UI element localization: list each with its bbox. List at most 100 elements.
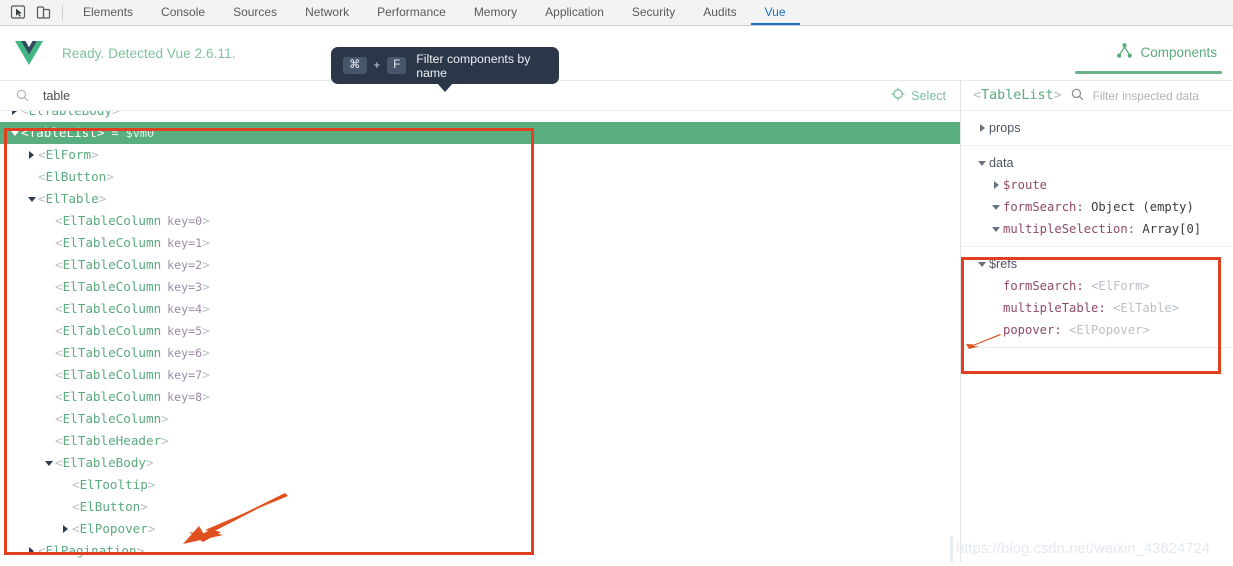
inspected-component-label: TableList bbox=[981, 88, 1054, 103]
inspector-data-row[interactable]: $route bbox=[961, 174, 1233, 196]
tree-node-key: key=0 bbox=[167, 214, 203, 228]
inspector-data-row[interactable]: formSearch: <ElForm> bbox=[961, 275, 1233, 297]
tree-node-label: <ElTableBody> bbox=[21, 111, 120, 122]
tree-row[interactable]: <ElTableColumn key=1 > bbox=[0, 232, 960, 254]
tab-console[interactable]: Console bbox=[147, 0, 219, 25]
tree-row[interactable]: <ElTableHeader> bbox=[0, 430, 960, 452]
select-component-button[interactable]: Select bbox=[891, 87, 946, 104]
angle-bracket-close: > bbox=[202, 279, 210, 294]
search-input[interactable]: table bbox=[43, 89, 70, 103]
chevron-down-icon[interactable] bbox=[975, 160, 989, 166]
tree-row[interactable]: <ElTableColumn key=0 > bbox=[0, 210, 960, 232]
tab-performance[interactable]: Performance bbox=[363, 0, 460, 25]
chevron-right-icon[interactable] bbox=[25, 144, 38, 166]
tree-node-label: <ElTableColumn bbox=[55, 345, 162, 360]
tab-memory[interactable]: Memory bbox=[460, 0, 531, 25]
tab-security[interactable]: Security bbox=[618, 0, 689, 25]
inspector-filter-input[interactable]: Filter inspected data bbox=[1093, 89, 1199, 103]
chevron-down-icon[interactable] bbox=[25, 188, 38, 210]
devtools-body: table Select <ElTableBody><TableList>= $… bbox=[0, 81, 1233, 562]
inspector-section-header[interactable]: props bbox=[961, 117, 1233, 139]
inspector-key: popover: bbox=[1003, 323, 1070, 337]
inspector-key: multipleTable: bbox=[1003, 301, 1114, 315]
tree-row[interactable]: <ElTableColumn key=8 > bbox=[0, 386, 960, 408]
tree-node-key: key=7 bbox=[167, 368, 203, 382]
inspector-key-value: formSearch: <ElForm> bbox=[1003, 275, 1150, 297]
devtools-toolbar: Elements Console Sources Network Perform… bbox=[0, 0, 1233, 26]
tree-node-key: key=1 bbox=[167, 236, 203, 250]
tree-node-label: <ElButton> bbox=[38, 169, 114, 184]
chevron-down-icon[interactable] bbox=[8, 122, 21, 144]
tree-row[interactable]: <ElTableBody> bbox=[0, 452, 960, 474]
tree-row[interactable]: <ElForm> bbox=[0, 144, 960, 166]
inspected-component-name: <TableList> bbox=[973, 88, 1062, 103]
tree-row[interactable]: <ElTableColumn key=5 > bbox=[0, 320, 960, 342]
tree-row[interactable]: <ElButton> bbox=[0, 496, 960, 518]
watermark-bar bbox=[950, 536, 953, 562]
tree-node-key: key=6 bbox=[167, 346, 203, 360]
chevron-down-icon[interactable] bbox=[42, 452, 55, 474]
tree-node-label: <ElTableColumn bbox=[55, 323, 162, 338]
inspector-key: formSearch: bbox=[1003, 279, 1092, 293]
inspector-key-value: formSearch: Object (empty) bbox=[1003, 196, 1194, 218]
tree-row[interactable]: <ElTooltip> bbox=[0, 474, 960, 496]
inspect-element-icon[interactable] bbox=[10, 4, 27, 21]
inspector-data-row[interactable]: formSearch: Object (empty) bbox=[961, 196, 1233, 218]
tree-row[interactable]: <ElTableColumn key=7 > bbox=[0, 364, 960, 386]
components-tab-underline bbox=[1075, 71, 1222, 74]
tree-node-label: <ElTableColumn> bbox=[55, 411, 169, 426]
tree-node-label: <ElTableColumn bbox=[55, 367, 162, 382]
tab-sources[interactable]: Sources bbox=[219, 0, 291, 25]
angle-bracket-close: > bbox=[202, 301, 210, 316]
inspector-pane: <TableList> Filter inspected data props d… bbox=[961, 81, 1233, 562]
tab-components[interactable]: Components bbox=[1116, 42, 1217, 64]
inspector-section-label: data bbox=[989, 156, 1014, 170]
tree-row[interactable]: <ElTableColumn> bbox=[0, 408, 960, 430]
tree-row[interactable]: <ElTable> bbox=[0, 188, 960, 210]
inspector-value: Array[0] bbox=[1142, 222, 1202, 236]
tree-row[interactable]: <ElTableColumn key=2 > bbox=[0, 254, 960, 276]
tree-row[interactable]: <ElPopover> bbox=[0, 518, 960, 540]
tree-node-key: key=3 bbox=[167, 280, 203, 294]
tab-application[interactable]: Application bbox=[531, 0, 618, 25]
tree-node-key: key=5 bbox=[167, 324, 203, 338]
angle-bracket-open: < bbox=[973, 88, 982, 103]
tab-elements[interactable]: Elements bbox=[69, 0, 147, 25]
inspector-data-row[interactable]: multipleTable: <ElTable> bbox=[961, 297, 1233, 319]
search-icon bbox=[16, 89, 29, 102]
component-tree[interactable]: <ElTableBody> <TableList> = $vm0 <ElForm> <E… bbox=[0, 111, 960, 562]
inspector-data-row[interactable]: popover: <ElPopover> bbox=[961, 319, 1233, 341]
chevron-right-icon[interactable] bbox=[975, 124, 989, 132]
tree-row[interactable]: <ElTableColumn key=3 > bbox=[0, 276, 960, 298]
tree-row[interactable]: <ElTableColumn key=6 > bbox=[0, 342, 960, 364]
tree-row[interactable]: <ElButton> bbox=[0, 166, 960, 188]
inspector-section-header[interactable]: data bbox=[961, 152, 1233, 174]
chevron-right-icon[interactable] bbox=[989, 181, 1003, 189]
tree-node-label: <ElTableHeader> bbox=[55, 433, 169, 448]
chevron-right-icon[interactable] bbox=[59, 518, 72, 540]
chevron-down-icon[interactable] bbox=[975, 261, 989, 267]
tab-vue[interactable]: Vue bbox=[750, 0, 800, 25]
chevron-right-icon[interactable] bbox=[8, 111, 21, 122]
tree-row[interactable]: <TableList> = $vm0 bbox=[0, 122, 960, 144]
tree-row[interactable]: <ElTableBody> bbox=[0, 111, 960, 122]
tab-network[interactable]: Network bbox=[291, 0, 363, 25]
tab-audits[interactable]: Audits bbox=[689, 0, 750, 25]
tree-node-label: <ElTableBody> bbox=[55, 455, 154, 470]
tree-row[interactable]: <ElTableColumn key=4 > bbox=[0, 298, 960, 320]
device-toolbar-icon[interactable] bbox=[35, 4, 52, 21]
chevron-down-icon[interactable] bbox=[989, 204, 1003, 210]
inspector-data-row[interactable]: multipleSelection: Array[0] bbox=[961, 218, 1233, 240]
chevron-right-icon[interactable] bbox=[25, 540, 38, 562]
tree-row[interactable]: <ElPagination> bbox=[0, 540, 960, 562]
inspector-key: formSearch: bbox=[1003, 200, 1092, 214]
chevron-down-icon[interactable] bbox=[989, 226, 1003, 232]
tree-node-label: <ElTableColumn bbox=[55, 389, 162, 404]
inspector-section-header[interactable]: $refs bbox=[961, 253, 1233, 275]
